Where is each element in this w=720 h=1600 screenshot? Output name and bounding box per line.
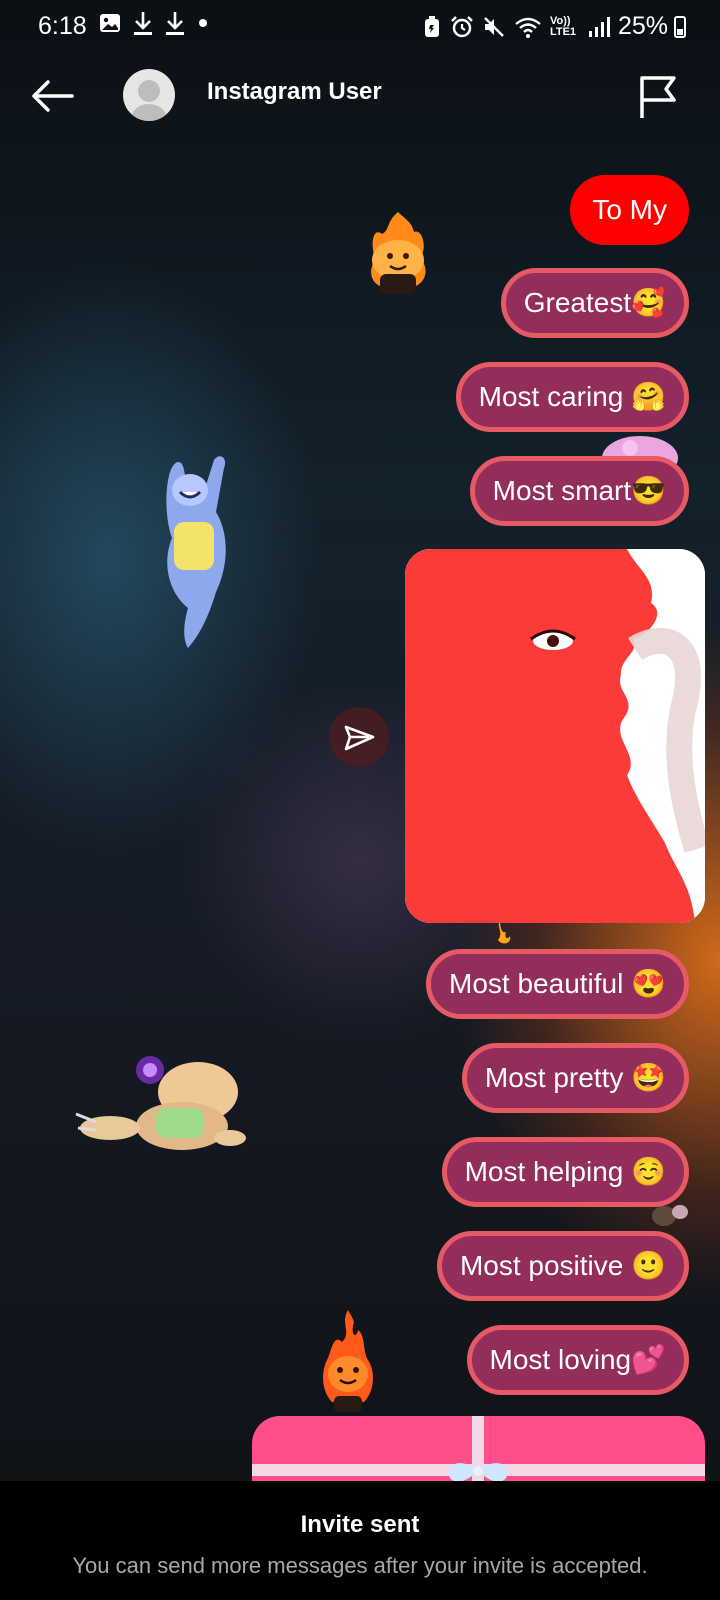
battery-percent: 25% (617, 12, 668, 40)
signal-icon (588, 16, 610, 37)
fire-character-sticker (371, 212, 426, 294)
water-character-sticker (166, 456, 226, 648)
download-icon (166, 12, 184, 35)
invite-status-title: Invite sent (300, 1511, 420, 1538)
invite-status-footer: Invite sent You can send more messages a… (0, 1481, 720, 1600)
avatar[interactable] (123, 69, 175, 121)
battery-saver-icon (424, 15, 439, 37)
alarm-icon (451, 15, 473, 37)
image-content (405, 549, 705, 923)
status-time: 6:18 (38, 12, 87, 40)
message-bubble[interactable]: Greatest🥰 (500, 268, 689, 338)
invite-status-subtitle: You can send more messages after your in… (72, 1553, 648, 1578)
message-bubble[interactable]: Most pretty 🤩 (461, 1043, 689, 1113)
chat-title[interactable]: Instagram User (207, 78, 382, 106)
status-bar: 6:18 Vo)) LTE1 25% (0, 0, 720, 52)
message-bubble[interactable]: Most helping ☺️ (441, 1137, 689, 1207)
message-bubble[interactable]: Most positive 🙂 (436, 1231, 689, 1301)
wifi-icon (515, 17, 541, 38)
dot-icon (199, 19, 207, 27)
message-bubble[interactable]: Most smart😎 (469, 456, 689, 526)
gift-image-message[interactable] (252, 1416, 705, 1486)
notification-icons (98, 10, 210, 36)
system-icons: Vo)) LTE1 25% (422, 12, 668, 41)
ember-character-sticker (323, 1310, 373, 1412)
cloud-character-sticker (75, 1056, 246, 1150)
message-bubble[interactable]: To My (570, 175, 689, 245)
flag-icon[interactable] (636, 74, 680, 120)
back-arrow-icon[interactable] (28, 74, 76, 118)
message-bubble[interactable]: Most caring 🤗 (455, 362, 689, 432)
message-bubble[interactable]: Most loving💕 (466, 1325, 689, 1395)
paper-plane-icon (344, 725, 375, 751)
chat-header: Instagram User (0, 60, 720, 130)
mute-icon (484, 16, 504, 37)
message-bubble[interactable]: Most beautiful 😍 (426, 949, 689, 1019)
gift-ribbon-icon (252, 1416, 705, 1486)
share-button[interactable] (329, 707, 389, 767)
battery-icon (674, 16, 686, 38)
image-message[interactable] (405, 549, 705, 923)
gallery-icon (100, 14, 120, 32)
download-icon (134, 12, 152, 35)
network-label: Vo)) LTE1 (549, 14, 577, 38)
